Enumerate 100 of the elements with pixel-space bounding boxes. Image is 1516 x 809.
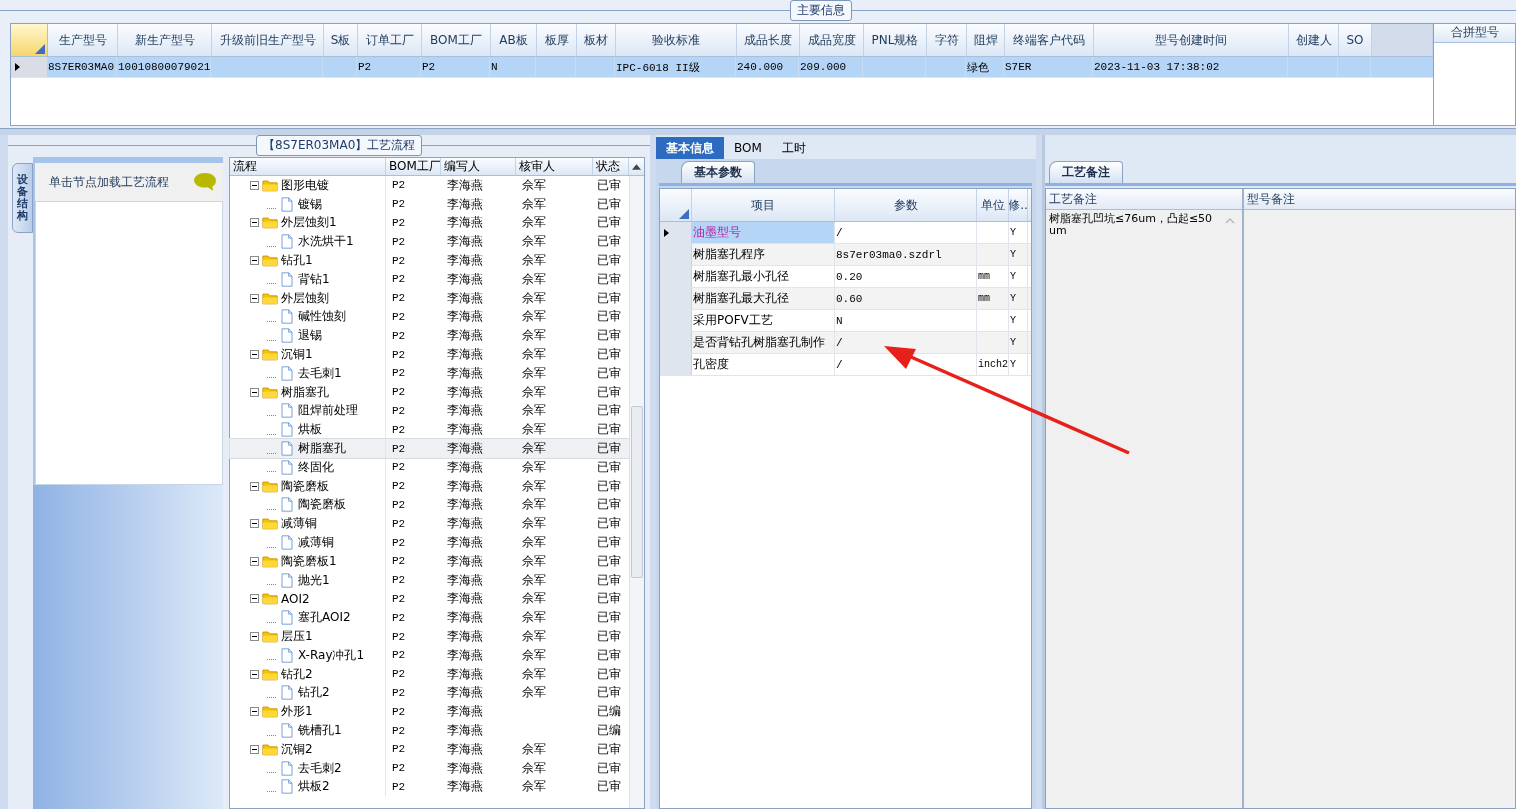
tree-node-label: 铣槽孔1 — [298, 722, 342, 739]
table-row[interactable]: 是否背钻孔树脂塞孔制作 / Y — [660, 332, 1031, 354]
collapse-icon[interactable] — [250, 707, 259, 717]
collapse-icon[interactable] — [250, 256, 259, 266]
table-cell: 佘军 — [522, 233, 546, 251]
column-header[interactable]: 板厚 — [537, 24, 577, 56]
collapse-icon[interactable] — [250, 744, 259, 754]
tab[interactable]: 基本参数 — [681, 161, 755, 183]
column-header[interactable]: 订单工厂 — [358, 24, 422, 56]
collapse-icon[interactable] — [250, 669, 259, 679]
column-header[interactable]: 编写人 — [441, 158, 516, 175]
tab[interactable]: 工艺备注 — [1049, 161, 1123, 183]
table-cell: 已审 — [597, 684, 621, 702]
tree-row[interactable]: 层压1 P2 李海燕 佘军 已审 — [230, 627, 629, 646]
tree-row[interactable]: 外层蚀刻1 P2 李海燕 佘军 已审 — [230, 213, 629, 233]
column-header[interactable]: 板材 — [577, 24, 616, 56]
column-header[interactable]: PNL规格 — [864, 24, 927, 56]
collapse-icon[interactable] — [250, 556, 259, 566]
collapse-icon[interactable] — [250, 180, 259, 190]
tree-row[interactable]: 去毛刺1 P2 李海燕 佘军 已审 — [230, 363, 629, 383]
tree-row[interactable]: 外形1 P2 李海燕 已编 — [230, 702, 629, 722]
tree-row[interactable]: 树脂塞孔 P2 李海燕 佘军 已审 — [230, 439, 629, 458]
tree-row[interactable]: 减薄铜 P2 李海燕 佘军 已审 — [230, 533, 629, 552]
row-header[interactable] — [11, 57, 47, 77]
tree-row[interactable]: 镀锡 P2 李海燕 佘军 已审 — [230, 194, 629, 214]
table-cell: 李海燕 — [447, 440, 483, 458]
collapse-icon[interactable] — [250, 481, 259, 491]
column-header[interactable]: BOM工厂 — [386, 158, 441, 175]
tree-row[interactable]: 沉铜2 P2 李海燕 佘军 已审 — [230, 739, 629, 759]
tree-row[interactable]: 图形电镀 P2 李海燕 佘军 已审 — [230, 176, 629, 195]
tree-row[interactable]: 水洗烘干1 P2 李海燕 佘军 已审 — [230, 232, 629, 252]
tree-row[interactable]: 陶瓷磨板 P2 李海燕 佘军 已审 — [230, 495, 629, 515]
column-header[interactable]: 状态 — [593, 158, 629, 175]
tree-row[interactable]: 塞孔AOI2 P2 李海燕 佘军 已审 — [230, 608, 629, 628]
tree-row[interactable]: 抛光1 P2 李海燕 佘军 已审 — [230, 570, 629, 590]
tab[interactable]: BOM — [724, 137, 772, 159]
table-row[interactable]: 树脂塞孔最大孔径 0.60 mm Y — [660, 288, 1031, 310]
tree-row[interactable]: 终固化 P2 李海燕 佘军 已审 — [230, 457, 629, 477]
table-cell: P2 — [392, 705, 406, 718]
table-cell: 佘军 — [522, 383, 546, 401]
column-header[interactable]: 升级前旧生产型号 — [212, 24, 324, 56]
column-header[interactable]: 创建人 — [1289, 24, 1339, 56]
column-header[interactable]: 验收标准 — [616, 24, 737, 56]
tree-row[interactable]: 树脂塞孔 P2 李海燕 佘军 已审 — [230, 382, 629, 402]
side-tab[interactable]: 设备结构 — [12, 163, 33, 233]
tree-row[interactable]: 钻孔2 P2 李海燕 佘军 已审 — [230, 664, 629, 684]
tab[interactable]: 工时 — [771, 137, 816, 159]
column-header[interactable]: S板 — [324, 24, 358, 56]
collapse-icon[interactable] — [250, 594, 259, 604]
column-header[interactable]: 成品宽度 — [800, 24, 864, 56]
table-row[interactable]: 8S7ER03MA0 10010800079021 P2 P2 N IPC-6018 II级 240.000 209.000 绿色 S7ER 2023-11-03 17:38:02 — [11, 57, 1433, 78]
collapse-icon[interactable] — [250, 293, 259, 303]
column-header[interactable]: AB板 — [491, 24, 537, 56]
collapse-icon[interactable] — [250, 519, 259, 529]
collapse-icon[interactable] — [250, 632, 259, 641]
column-header[interactable]: 参数 — [835, 189, 977, 221]
column-header[interactable]: 修.. — [1009, 189, 1028, 221]
collapse-icon[interactable] — [250, 387, 259, 397]
tree-row[interactable]: AOI2 P2 李海燕 佘军 已审 — [230, 589, 629, 609]
tree-row[interactable]: X-Ray冲孔1 P2 李海燕 佘军 已审 — [230, 645, 629, 665]
table-cell: 佘军 — [522, 740, 546, 758]
scroll-up-icon[interactable] — [632, 163, 641, 170]
table-cell: 佘军 — [522, 684, 546, 702]
tree-row[interactable]: 退锡 P2 李海燕 佘军 已审 — [230, 326, 629, 346]
scrollbar-thumb[interactable] — [631, 406, 643, 578]
column-header[interactable]: 核审人 — [516, 158, 593, 175]
column-header[interactable]: 成品长度 — [737, 24, 800, 56]
collapse-icon[interactable] — [250, 350, 259, 360]
collapse-icon[interactable] — [250, 218, 259, 228]
tab[interactable]: 基本信息 — [656, 137, 724, 159]
tree-row[interactable]: 钻孔1 P2 李海燕 佘军 已审 — [230, 251, 629, 270]
tree-row[interactable]: 外层蚀刻 P2 李海燕 佘军 已审 — [230, 288, 629, 308]
tree-row[interactable]: 减薄铜 P2 李海燕 佘军 已审 — [230, 514, 629, 534]
column-header[interactable]: 流程 — [230, 158, 386, 175]
tree-row[interactable]: 阻焊前处理 P2 李海燕 佘军 已审 — [230, 401, 629, 421]
column-header[interactable]: 项目 — [692, 189, 835, 221]
document-icon — [279, 234, 295, 250]
tree-row[interactable]: 烘板2 P2 李海燕 佘军 已审 — [230, 777, 629, 797]
column-header[interactable]: BOM工厂 — [422, 24, 491, 56]
tree-row[interactable]: 铣槽孔1 P2 李海燕 已编 — [230, 721, 629, 740]
table-row[interactable]: 树脂塞孔程序 8s7er03ma0.szdrl Y — [660, 244, 1031, 266]
column-header[interactable]: 字符 — [927, 24, 967, 56]
row-header[interactable] — [660, 222, 692, 243]
column-header[interactable]: 生产型号 — [48, 24, 118, 56]
tree-row[interactable]: 去毛刺2 P2 李海燕 佘军 已审 — [230, 758, 629, 778]
table-row[interactable]: 油墨型号 / Y — [660, 222, 1031, 244]
table-cell: / — [836, 336, 843, 349]
tree-row[interactable]: 碱性蚀刻 P2 李海燕 佘军 已审 — [230, 307, 629, 327]
column-header[interactable]: 新生产型号 — [118, 24, 212, 56]
tree-row[interactable]: 陶瓷磨板1 P2 李海燕 佘军 已审 — [230, 551, 629, 571]
table-cell: 已审 — [597, 289, 621, 307]
tree-row[interactable]: 陶瓷磨板 P2 李海燕 佘军 已审 — [230, 476, 629, 496]
column-header[interactable]: 型号创建时间 — [1094, 24, 1289, 56]
tree-row[interactable]: 沉铜1 P2 李海燕 佘军 已审 — [230, 345, 629, 364]
column-header[interactable]: 终端客户代码 — [1005, 24, 1094, 56]
column-header[interactable]: 单位 — [977, 189, 1009, 221]
column-header[interactable]: 阻焊 — [967, 24, 1005, 56]
tree-row[interactable]: 背钻1 P2 李海燕 佘军 已审 — [230, 270, 629, 289]
document-icon — [279, 760, 295, 776]
tree-row[interactable]: 钻孔2 P2 李海燕 佘军 已审 — [230, 683, 629, 703]
